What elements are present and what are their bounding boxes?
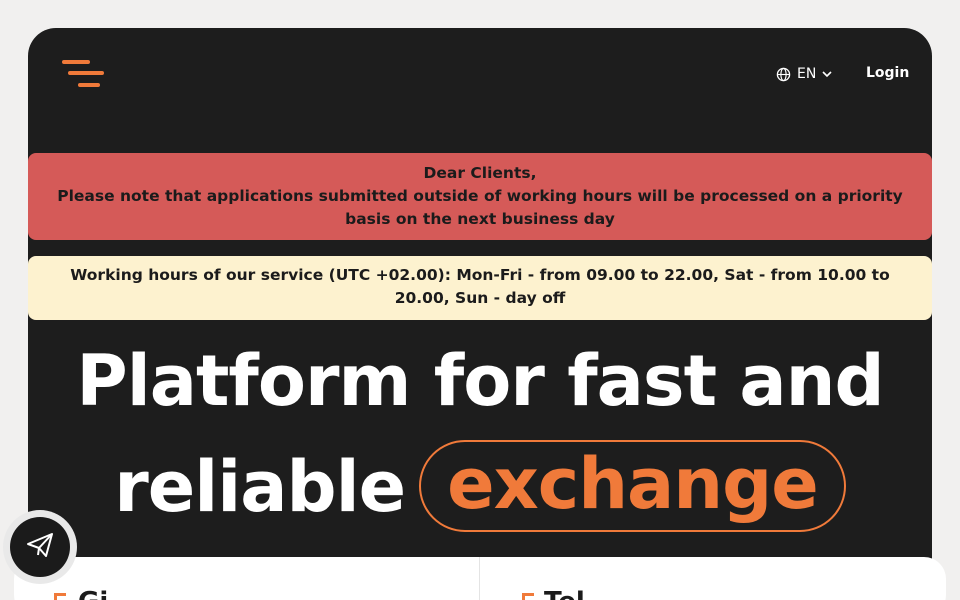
currency-icon: [522, 593, 534, 600]
priority-notice: Dear Clients, Please note that applicati…: [28, 153, 932, 240]
exchange-panel: Gi Tel: [14, 557, 946, 600]
language-selector[interactable]: EN: [776, 66, 832, 82]
give-label: Gi: [78, 587, 108, 600]
priority-notice-title: Dear Clients,: [423, 164, 537, 182]
panel-divider: [479, 557, 480, 600]
paper-plane-icon: [24, 529, 56, 565]
chevron-down-icon: [822, 70, 832, 78]
menu-icon[interactable]: [62, 57, 104, 91]
hero-line-1: Platform for fast and: [76, 340, 884, 422]
priority-notice-body: Please note that applications submitted …: [57, 187, 903, 228]
globe-icon: [776, 67, 791, 82]
telegram-button[interactable]: [3, 510, 77, 584]
hero-highlight: exchange: [419, 439, 846, 532]
currency-icon: [54, 593, 66, 600]
hero-heading: Platform for fast and reliable exchange: [28, 328, 932, 540]
hero-line-2-plain: reliable: [114, 446, 406, 528]
language-label: EN: [797, 66, 817, 82]
working-hours-text: Working hours of our service (UTC +02.00…: [70, 266, 890, 307]
login-link[interactable]: Login: [866, 65, 909, 81]
working-hours-notice: Working hours of our service (UTC +02.00…: [28, 256, 932, 320]
hero-line-2: reliable exchange: [28, 434, 932, 540]
take-label: Tel: [544, 587, 585, 600]
main-card: EN Login Dear Clients, Please note that …: [28, 28, 932, 600]
